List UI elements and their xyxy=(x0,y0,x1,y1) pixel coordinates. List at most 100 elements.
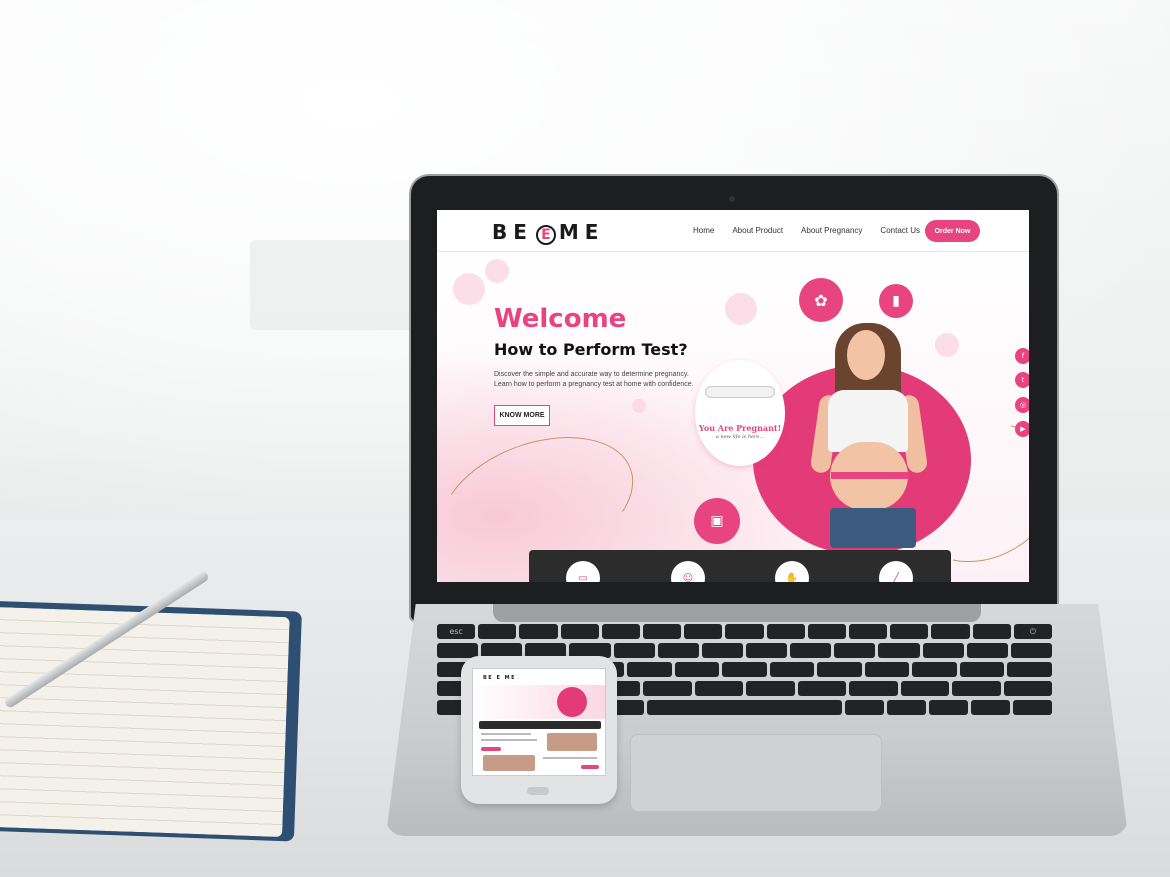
phone-site-logo[interactable]: BE E ME xyxy=(483,675,516,681)
keyboard-key[interactable] xyxy=(1007,662,1052,677)
keyboard-key[interactable] xyxy=(684,624,723,639)
nav-link-about-pregnancy[interactable]: About Pregnancy xyxy=(801,226,862,235)
keyboard-key[interactable] xyxy=(845,700,884,715)
phone-pink-button[interactable] xyxy=(581,765,599,769)
nav-link-home[interactable]: Home xyxy=(693,226,714,235)
keyboard-key[interactable]: esc xyxy=(437,624,476,639)
twitter-icon[interactable]: t xyxy=(1015,372,1029,388)
keyboard-key[interactable] xyxy=(817,662,862,677)
keyboard-key[interactable] xyxy=(437,643,479,658)
keyboard-key[interactable] xyxy=(701,643,743,658)
hero-headline: How to Perform Test? xyxy=(494,340,688,359)
keyboard-key[interactable] xyxy=(922,643,964,658)
logo-circle-e: E xyxy=(535,225,556,245)
hero-woman-jeans xyxy=(830,508,916,548)
keyboard-key[interactable] xyxy=(627,662,672,677)
keyboard-key[interactable] xyxy=(722,662,767,677)
keyboard-key[interactable] xyxy=(966,643,1008,658)
keyboard-key[interactable] xyxy=(478,624,517,639)
logo-text-start: BE xyxy=(492,220,533,244)
phone-home-button[interactable] xyxy=(527,787,549,795)
keyboard-key[interactable] xyxy=(790,643,832,658)
nav-link-contact-us[interactable]: Contact Us xyxy=(880,226,920,235)
laptop-screen: BE E ME Home About Product About Pregnancy… xyxy=(437,210,1029,582)
keyboard-key[interactable] xyxy=(1003,681,1052,696)
keyboard-key[interactable] xyxy=(769,662,815,677)
keyboard-key[interactable] xyxy=(864,662,910,677)
keyboard-key[interactable] xyxy=(959,662,1005,677)
keyboard-key[interactable] xyxy=(613,643,655,658)
keyboard-key[interactable] xyxy=(912,662,957,677)
laptop-hinge xyxy=(493,604,981,622)
keyboard-key[interactable] xyxy=(972,624,1011,639)
keyboard-key[interactable] xyxy=(766,624,805,639)
keyboard-key[interactable] xyxy=(674,662,720,677)
test-result-text: You Are Pregnant! xyxy=(698,423,782,433)
site-logo[interactable]: BE E ME xyxy=(492,220,604,245)
keyboard-key[interactable] xyxy=(1010,643,1052,658)
facebook-icon[interactable]: f xyxy=(1015,348,1029,364)
phone-screen: BE E ME xyxy=(472,668,606,776)
keyboard-key[interactable] xyxy=(890,624,929,639)
notebook-page xyxy=(0,606,290,838)
phone-image xyxy=(547,733,597,751)
decor-bubble xyxy=(485,259,509,283)
keyboard-key[interactable] xyxy=(797,681,846,696)
phone-text-line xyxy=(481,733,531,735)
keyboard-key[interactable] xyxy=(745,643,788,658)
keyboard-key[interactable] xyxy=(643,624,682,639)
keyboard-key[interactable] xyxy=(807,624,847,639)
decor-bubble xyxy=(725,293,757,325)
laptop-camera xyxy=(729,196,735,202)
fetus-icon: ✿ xyxy=(799,278,843,322)
keyboard-key[interactable] xyxy=(519,624,558,639)
test-result-subtext: a new life is here... xyxy=(715,434,765,440)
site-navbar: BE E ME Home About Product About Pregnancy… xyxy=(437,210,1029,252)
youtube-icon[interactable]: ▶ xyxy=(1015,421,1029,437)
nav-links: Home About Product About Pregnancy Conta… xyxy=(693,226,920,235)
keyboard-row: esc ⏻ xyxy=(437,624,1053,639)
hero-welcome: Welcome xyxy=(494,304,627,334)
decor-bubble xyxy=(935,333,959,357)
logo-text-end: ME xyxy=(558,220,605,244)
phone-image xyxy=(483,755,535,771)
keyboard-key[interactable] xyxy=(560,624,599,639)
ultrasound-icon: ▣ xyxy=(694,498,740,544)
keyboard-key[interactable] xyxy=(878,643,920,658)
hero-description-line: Discover the simple and accurate way to … xyxy=(494,371,689,378)
keyboard-key[interactable] xyxy=(1013,700,1052,715)
keyboard-key[interactable] xyxy=(647,700,842,715)
keyboard-key[interactable] xyxy=(887,700,926,715)
hero-ribbon xyxy=(831,472,909,479)
hero-woman-face xyxy=(847,330,885,380)
keyboard-key[interactable] xyxy=(849,624,888,639)
keyboard-key[interactable] xyxy=(849,681,898,696)
instagram-icon[interactable]: ◎ xyxy=(1015,397,1029,413)
keyboard-key[interactable] xyxy=(746,681,795,696)
keyboard-key[interactable] xyxy=(952,681,1001,696)
keyboard-key[interactable] xyxy=(643,681,692,696)
phone-hero-circle xyxy=(557,687,587,717)
phone-feature-bar xyxy=(479,721,601,729)
keyboard-key[interactable] xyxy=(971,700,1010,715)
keyboard-key[interactable] xyxy=(601,624,641,639)
laptop-trackpad[interactable] xyxy=(630,734,882,812)
keyboard-key[interactable] xyxy=(725,624,764,639)
hero-description-line: Learn how to perform a pregnancy test at… xyxy=(494,381,694,388)
hero-description: Discover the simple and accurate way to … xyxy=(494,370,704,390)
phone-pink-button[interactable] xyxy=(481,747,501,751)
phone-text-line xyxy=(481,739,537,741)
keyboard-key[interactable] xyxy=(694,681,743,696)
keyboard-key[interactable] xyxy=(834,643,876,658)
nav-link-about-product[interactable]: About Product xyxy=(732,226,783,235)
pregnancy-test-stick xyxy=(705,386,775,398)
keyboard-key[interactable] xyxy=(929,700,968,715)
keyboard-key[interactable] xyxy=(657,643,699,658)
phone-text-line xyxy=(543,757,597,759)
background-chair xyxy=(250,240,420,330)
keyboard-key[interactable]: ⏻ xyxy=(1013,624,1053,639)
know-more-button[interactable]: KNOW MORE xyxy=(494,405,550,426)
keyboard-key[interactable] xyxy=(931,624,970,639)
order-now-button[interactable]: Order Now xyxy=(925,220,980,242)
keyboard-key[interactable] xyxy=(900,681,949,696)
